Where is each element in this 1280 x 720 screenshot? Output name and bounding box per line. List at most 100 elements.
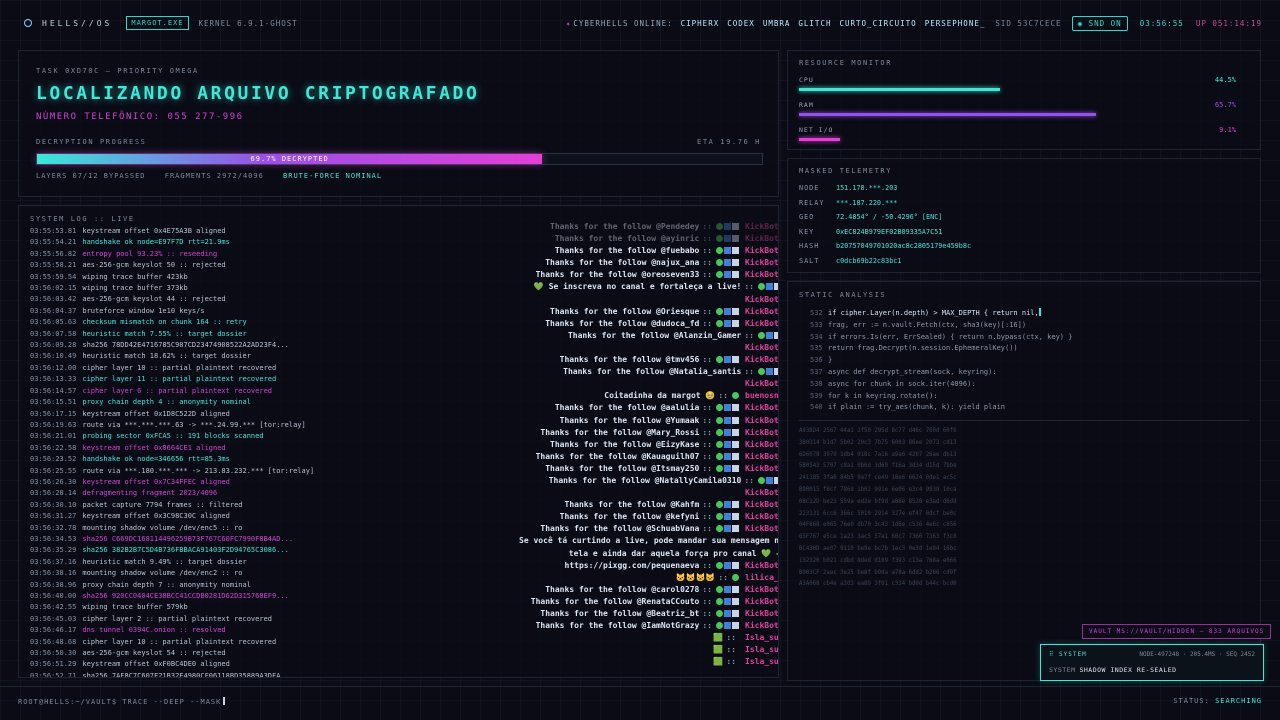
chat-text: Thanks for the follow @fuebabo [554, 246, 700, 256]
chat-username: KickBot [745, 463, 779, 473]
chat-separator: :: [702, 306, 712, 316]
telemetry-key: SALT [799, 256, 820, 265]
log-message: sha256 7AF8C7C607F21B32E4980CF06118BD358… [82, 671, 294, 678]
online-user[interactable]: UMBRA [763, 19, 791, 28]
chat-message: Thanks for the follow @najux_ana:: KickBo… [519, 257, 778, 269]
bottom-bar: ROOT@HELLS:~/VAULT$ TRACE --DEEP --MASK … [0, 686, 1280, 720]
session-id: SID 53C7CECE [995, 18, 1062, 28]
chat-separator: :: [702, 439, 712, 449]
chat-separator: :: [702, 246, 712, 256]
log-list: 03:55:53.81 keystream offset 0x4E75A3B al… [30, 226, 530, 678]
chat-text: Thanks for the follow @Yumaak [559, 415, 700, 425]
text-caret [223, 697, 226, 705]
chat-message: Se você tá curtindo a live, pode mandar … [519, 535, 778, 547]
chat-username: KickBot [745, 500, 779, 510]
chat-text: Thanks for the follow @IamNotGrazy [535, 621, 700, 631]
user-pill[interactable]: MARGOT.EXE [126, 16, 189, 30]
badge-icon [716, 525, 723, 533]
log-entry: 03:56:30.10 packet capture 7794 frames ::… [30, 500, 530, 511]
chat-username: KickBot [745, 621, 779, 631]
chat-separator: :: [744, 330, 754, 340]
chat-text: Thanks for the follow @Mary_Rossi [540, 427, 700, 437]
log-message: keystream offset 0x7C34FFEC aligned [82, 477, 230, 486]
resource-label: NET I/O [799, 126, 834, 134]
chat-username: KickBot [745, 415, 779, 425]
log-entry: 03:56:32.78 mounting shadow volume /dev/e… [30, 523, 530, 534]
line-number: 533 [810, 320, 823, 329]
chat-username: KickBot [745, 609, 779, 618]
command-prompt[interactable]: ROOT@HELLS:~/VAULT$ TRACE --DEEP --MASK [18, 697, 226, 706]
telemetry-value: 72.4854° / -50.4296° [ENC] [836, 213, 943, 221]
chat-message: Thanks for the follow @carol0278:: KickBo… [519, 584, 778, 596]
chat-overlay: Thanks for the follow @Pendedey:: KickBot… [519, 221, 779, 668]
static-analysis-panel[interactable]: STATIC ANALYSIS 532 if cipher.Layer(n.dep… [787, 281, 1261, 681]
status-label: STATUS: [1173, 697, 1210, 705]
log-message: keystream offset 0x0664CE1 aligned [82, 443, 226, 452]
log-entry: 03:55:53.81 keystream offset 0x4E75A3B al… [30, 226, 530, 237]
sound-toggle[interactable]: ◉ SND ON [1071, 15, 1128, 31]
log-entry: 03:56:37.16 heuristic match 9.49% :: targ… [30, 557, 530, 568]
online-user[interactable]: CURTO_CIRCUITO [839, 19, 916, 28]
badge-icon [774, 283, 778, 291]
log-message: sha256 C669DC168114496259B73F767C60FC799… [82, 534, 294, 543]
log-entry: 03:56:35.29 sha256 382B2B7C5D4B736FBBACA9… [30, 545, 530, 556]
log-entry: 03:56:19.63 route via ***.***.***.63 -> *… [30, 420, 530, 431]
online-user[interactable]: GLITCH [798, 19, 831, 28]
badge-icon [732, 259, 739, 267]
telemetry-row: GEO 72.4854° / -50.4296° [ENC] [799, 213, 942, 221]
chat-message: Thanks for the follow @dudoca_fd:: KickBo… [519, 318, 778, 330]
badge-icon [724, 271, 731, 279]
badge-icon [732, 271, 739, 279]
chat-separator: :: [726, 645, 736, 655]
system-log-panel[interactable]: SYSTEM LOG :: LIVE 03:55:53.81 keystream … [18, 205, 779, 678]
chat-text: Thanks for the follow @Alanzin_Gamer [567, 330, 742, 340]
chat-message: Thanks for the follow @fuebabo:: KickBot [519, 245, 778, 257]
badge-icon [716, 404, 723, 412]
online-user[interactable]: CODEX [727, 19, 755, 28]
online-user[interactable]: PERSEPHONE_ [925, 19, 986, 28]
badge-icon [724, 610, 731, 617]
chat-message: 🐱🐱🐱🐱::lilica_00 [519, 572, 779, 584]
chat-text: Thanks for the follow @SchuabVana [540, 524, 700, 534]
log-entry: 03:56:22.58 keystream offset 0x0664CE1 al… [30, 443, 530, 454]
vault-indicator[interactable]: VAULT MS://VAULT/HIDDEN — 833 ARQUIVOS [1082, 624, 1272, 639]
badge-icon [732, 610, 739, 617]
hex-line: 223131 6cc6 366c 5019 2914 327e ef47 0dc… [799, 510, 957, 517]
chat-username: KickBot [745, 560, 779, 570]
log-message: defragmenting fragment 2023/4096 [82, 489, 218, 498]
badge-icon [724, 501, 731, 509]
badge-icon [724, 416, 731, 424]
chat-username: KickBot [745, 524, 779, 534]
log-entry: 03:56:31.27 keystream offset 0x3C98C30C a… [30, 511, 530, 522]
log-message: cipher layer 10 :: partial plaintext rec… [82, 637, 277, 646]
chat-message: KickBot [519, 294, 778, 306]
badge-icon [724, 307, 731, 315]
log-timestamp: 03:56:22.58 [30, 443, 77, 452]
resource-label: RAM [799, 101, 814, 109]
telemetry-row: HASH b20757049701020ac8c2805179e459b8c [799, 242, 971, 250]
badge-icon [724, 513, 731, 521]
badge-icon [716, 307, 723, 315]
chat-text: tela e ainda dar aquela força pro canal … [568, 548, 779, 558]
log-timestamp: 03:56:48.68 [30, 637, 77, 646]
chat-message: 🟩::Isla_suzuki [519, 644, 778, 656]
chat-message: tela e ainda dar aquela força pro canal … [519, 548, 779, 560]
telemetry-row: RELAY ***.187.220.*** [799, 199, 897, 207]
system-toast[interactable]: ⠿ SYSTEM NODE-497248 · 205.4MS · SEQ 245… [1040, 644, 1264, 681]
log-message: handshake ok node=346656 rtt=85.3ms [82, 455, 230, 464]
badge-icon [758, 476, 765, 484]
chat-separator: :: [702, 621, 712, 631]
log-entry: 03:56:48.68 cipher layer 10 :: partial pl… [30, 637, 530, 648]
chat-separator: :: [718, 391, 728, 401]
layers-status: LAYERS 07/12 BYPASSED [36, 172, 146, 180]
code-text: frag, err := n.vault.Fetch(ctx, sha3(key… [828, 320, 1027, 329]
hex-line: 04F868 e065 76e0 db70 3c43 1d6e c536 4e6… [799, 522, 957, 529]
chat-username: lilica_00 [745, 572, 779, 582]
badge-icon [724, 319, 731, 327]
log-message: checksum mismatch on chunk 164 :: retry [82, 318, 247, 327]
online-user[interactable]: CIPHERX [681, 19, 720, 28]
code-line: 535 return frag.Decrypt(n.session.Ephemer… [810, 343, 1072, 355]
log-message: keystream offset 0x3C98C30C aligned [82, 512, 230, 521]
line-number: 538 [810, 379, 823, 388]
chat-text: Thanks for the follow @tmv456 [559, 355, 700, 365]
